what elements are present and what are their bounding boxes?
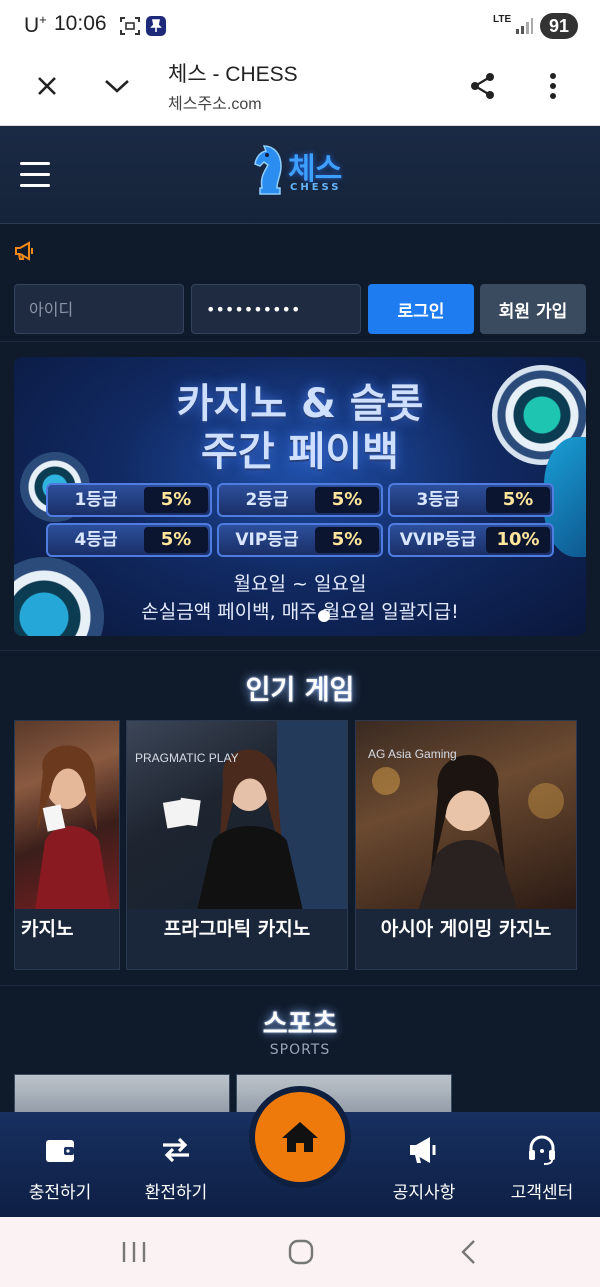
password-input[interactable] — [191, 284, 361, 334]
system-navigation-bar — [0, 1217, 600, 1287]
signal-icon — [514, 16, 536, 38]
login-form: 로그인 회원 가입 — [0, 276, 600, 342]
game-card[interactable]: AG Asia Gaming 아시아 게이밍 카지노 — [355, 720, 577, 970]
nav-notice[interactable]: 공지사항 — [364, 1112, 484, 1217]
wallet-icon — [40, 1130, 80, 1170]
game-card[interactable]: PRAGMATIC PLAY 프라그마틱 카지노 — [126, 720, 348, 970]
app-notification-icon — [145, 15, 167, 37]
more-options-icon[interactable] — [533, 66, 573, 106]
nav-label: 공지사항 — [392, 1183, 456, 1203]
status-bar: U+ 10:06 LTE 91 — [0, 0, 600, 52]
divider — [0, 985, 600, 986]
logo-english: CHESS — [290, 182, 342, 193]
exchange-icon — [156, 1130, 196, 1170]
game-card[interactable]: 카지노 — [14, 720, 120, 970]
notice-bar — [0, 225, 600, 275]
carousel-dot[interactable] — [318, 610, 330, 622]
username-input[interactable] — [14, 284, 184, 334]
clock: 10:06 — [54, 12, 107, 35]
site-header: 체스 CHESS — [0, 126, 600, 224]
nav-deposit[interactable]: 충전하기 — [0, 1112, 120, 1217]
share-icon[interactable] — [463, 66, 503, 106]
recent-apps-icon[interactable] — [120, 1239, 150, 1267]
nav-label: 충전하기 — [28, 1183, 92, 1203]
tier-box: 4등급 5% — [46, 523, 212, 557]
game-name: 카지노 — [15, 909, 119, 969]
nav-withdraw[interactable]: 환전하기 — [116, 1112, 236, 1217]
megaphone-icon — [404, 1130, 444, 1170]
carrier-label: U+ — [24, 12, 47, 37]
knight-icon — [254, 145, 282, 195]
back-icon[interactable] — [456, 1239, 486, 1267]
page-title: 체스 - CHESS — [168, 63, 298, 86]
tier-box: VIP등급 5% — [217, 523, 383, 557]
game-thumbnail-image — [127, 721, 347, 911]
menu-icon[interactable] — [20, 162, 52, 188]
close-icon[interactable] — [27, 66, 67, 106]
signup-button[interactable]: 회원 가입 — [480, 284, 586, 334]
provider-label: AG Asia Gaming — [368, 747, 457, 761]
megaphone-icon — [14, 241, 36, 265]
network-label: LTE — [493, 14, 512, 25]
sports-title: 스포츠 — [262, 1009, 338, 1040]
nav-label: 고객센터 — [510, 1183, 574, 1203]
battery-indicator: 91 — [540, 13, 578, 39]
tier-box: VVIP등급 10% — [388, 523, 554, 557]
game-name: 아시아 게이밍 카지노 — [356, 909, 576, 969]
chevron-down-icon[interactable] — [97, 66, 137, 106]
home-button[interactable] — [249, 1086, 351, 1188]
tier-box: 1등급 5% — [46, 483, 212, 517]
sports-subtitle: SPORTS — [269, 1042, 331, 1058]
tier-box: 2등급 5% — [217, 483, 383, 517]
tier-box: 3등급 5% — [388, 483, 554, 517]
game-thumbnail-image — [15, 721, 119, 911]
provider-label: PRAGMATIC PLAY — [135, 751, 239, 765]
banner-subtitle-line1: 월요일 ~ 일요일 — [233, 573, 367, 595]
popular-games-list: 카지노 PRAGMATIC PLAY 프라그마틱 카지노 AG Asia Gam… — [0, 720, 600, 972]
banner-title-line2: 주간 페이백 — [201, 429, 399, 475]
site-logo[interactable]: 체스 CHESS — [250, 142, 360, 202]
headset-icon — [522, 1130, 562, 1170]
login-button[interactable]: 로그인 — [368, 284, 474, 334]
nav-support[interactable]: 고객센터 — [482, 1112, 600, 1217]
game-name: 프라그마틱 카지노 — [127, 909, 347, 969]
home-icon — [282, 1122, 318, 1152]
banner-subtitle-line2: 손실금액 페이백, 매주 월요일 일괄지급! — [141, 601, 459, 623]
page-url: 체스주소.com — [168, 96, 262, 113]
page: U+ 10:06 LTE 91 체스 - CHESS 체스주소.com 체스 C… — [0, 0, 600, 1287]
screenshot-icon — [119, 15, 141, 37]
nav-label: 환전하기 — [144, 1183, 208, 1203]
browser-toolbar: 체스 - CHESS 체스주소.com — [0, 52, 600, 126]
divider — [0, 650, 600, 651]
promo-banner[interactable]: 카지노 & 슬롯 주간 페이백 1등급 5% 2등급 5% 3등급 5% 4등급 5% … — [14, 357, 586, 636]
popular-games-title: 인기 게임 — [245, 675, 355, 706]
home-system-icon[interactable] — [287, 1239, 317, 1267]
